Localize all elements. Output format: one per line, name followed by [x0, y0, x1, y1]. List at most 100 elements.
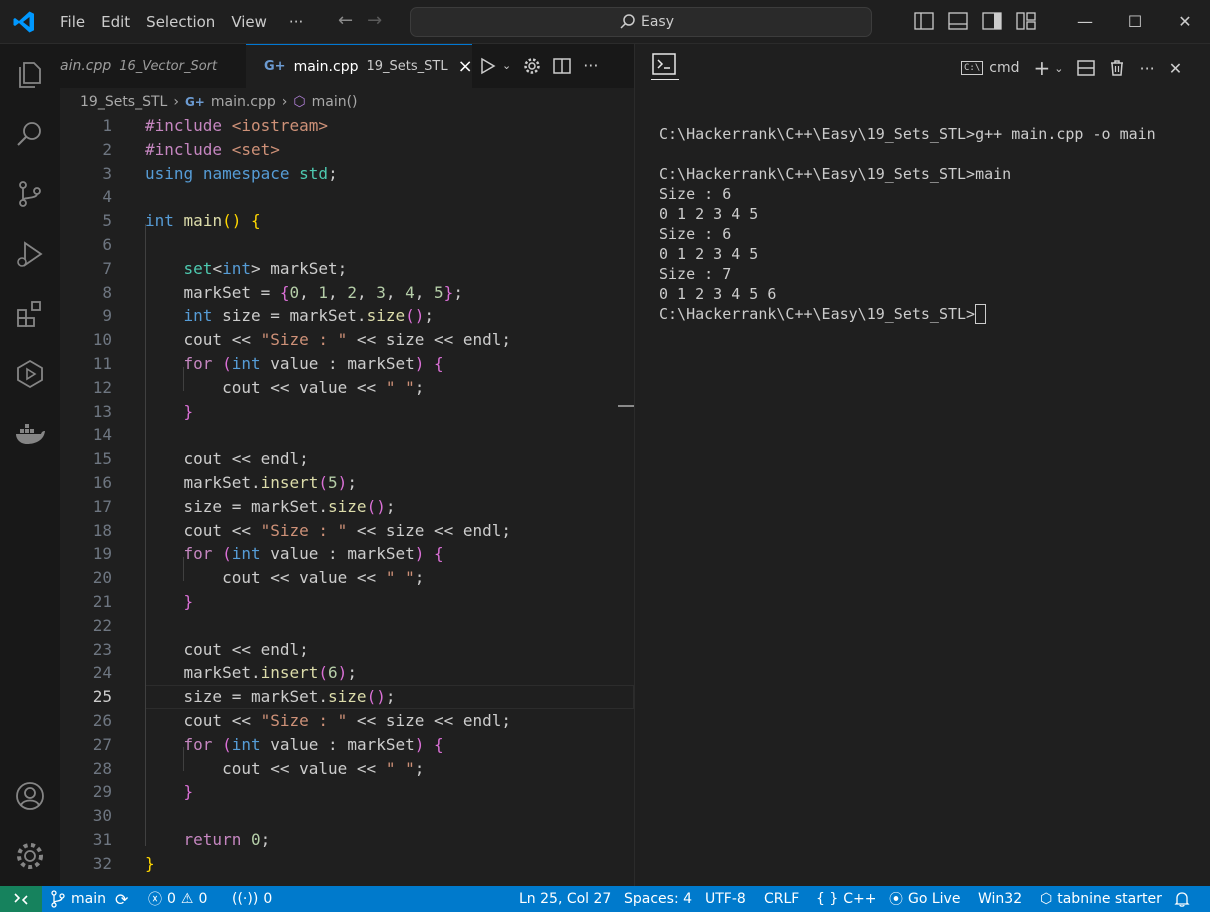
language-mode[interactable]: { } C++ — [816, 886, 877, 912]
code-line: 25 size = markSet.size(); — [60, 685, 634, 709]
editor-tab-bar: ain.cpp 16_Vector_Sort G+ main.cpp 19_Se… — [60, 44, 634, 88]
code-line: 9 int size = markSet.size(); — [60, 304, 634, 328]
code-line: 24 markSet.insert(6); — [60, 661, 634, 685]
line-number: 24 — [92, 663, 112, 683]
code-text: size = markSet.size(); — [145, 687, 396, 707]
code-text: #include <set> — [145, 139, 280, 159]
terminal-icon — [652, 53, 676, 75]
error-count: 0 — [167, 891, 176, 907]
chevron-down-icon[interactable]: ⌄ — [1054, 62, 1063, 75]
docker-icon[interactable] — [14, 418, 46, 450]
code-line: 28 cout << value << " "; — [60, 757, 634, 781]
manage-gear-icon[interactable] — [14, 840, 46, 872]
tab-description: 16_Vector_Sort — [119, 58, 218, 74]
menu-file[interactable]: File — [52, 13, 93, 31]
remote-indicator[interactable] — [0, 886, 42, 912]
split-editor-icon[interactable] — [553, 57, 571, 75]
code-line: 30 — [60, 804, 634, 828]
minimize-icon[interactable]: — — [1060, 0, 1110, 44]
line-number: 5 — [102, 211, 112, 231]
layout-controls — [914, 12, 1036, 30]
code-line: 19 for (int value : markSet) { — [60, 542, 634, 566]
breadcrumb-folder[interactable]: 19_Sets_STL — [80, 94, 167, 110]
menu-more[interactable]: ··· — [281, 13, 311, 31]
toggle-primary-sidebar-icon[interactable] — [914, 12, 934, 30]
back-arrow-icon[interactable]: ← — [338, 10, 353, 31]
explorer-icon[interactable] — [14, 58, 46, 90]
terminal-output[interactable]: C:\Hackerrank\C++\Easy\19_Sets_STL>g++ m… — [659, 124, 1156, 324]
notifications-bell-icon[interactable] — [1174, 886, 1190, 912]
more-actions-icon[interactable]: ··· — [583, 56, 598, 75]
new-terminal-plus-icon[interactable]: + — [1034, 56, 1051, 80]
warning-count: 0 — [198, 891, 208, 907]
gear-icon[interactable] — [523, 57, 541, 75]
maximize-panel-icon[interactable] — [1077, 59, 1096, 77]
line-number: 22 — [92, 615, 112, 635]
run-code-icon[interactable] — [480, 57, 496, 75]
terminal-shell-label[interactable]: cmd — [989, 60, 1019, 76]
chevron-down-icon[interactable]: ⌄ — [502, 59, 511, 72]
line-number: 11 — [92, 354, 112, 373]
terminal-tab[interactable] — [651, 52, 679, 80]
menu-bar: File Edit Selection View ··· — [52, 0, 311, 44]
symbol-method-icon: ⬡ — [293, 94, 306, 110]
code-text: int size = markSet.size(); — [183, 306, 434, 326]
code-text: #include <iostream> — [145, 116, 329, 135]
close-window-icon[interactable]: ✕ — [1160, 0, 1210, 44]
command-center-search[interactable]: Easy — [410, 7, 872, 37]
customize-layout-icon[interactable] — [1016, 12, 1036, 30]
problems-indicator[interactable]: ⓧ 0 ⚠ 0 — [148, 886, 207, 912]
line-number: 21 — [92, 592, 112, 611]
branch-indicator[interactable]: main ⟳ — [50, 886, 128, 912]
tab-close-icon[interactable]: × — [458, 56, 473, 77]
breadcrumb-symbol[interactable]: main() — [312, 94, 358, 110]
code-text: cout << "Size : " << size << endl; — [145, 711, 512, 730]
end-of-line[interactable]: CRLF — [764, 886, 799, 912]
search-icon[interactable] — [14, 118, 46, 150]
toggle-secondary-sidebar-icon[interactable] — [982, 12, 1002, 30]
maximize-icon[interactable]: ☐ — [1110, 0, 1160, 44]
sync-icon[interactable]: ⟳ — [115, 890, 128, 909]
tabnine-status[interactable]: ⬡ tabnine starter — [1040, 886, 1162, 912]
bell-icon — [1174, 892, 1190, 907]
editor-actions: ⌄ ··· — [480, 56, 598, 75]
tab-inactive[interactable]: ain.cpp 16_Vector_Sort — [60, 44, 246, 88]
menu-edit[interactable]: Edit — [93, 13, 138, 31]
code-line: 11 for (int value : markSet) { — [60, 352, 634, 376]
trash-icon[interactable] — [1109, 59, 1125, 77]
code-line: 29 } — [60, 780, 634, 804]
code-line: 18 cout << "Size : " << size << endl; — [60, 519, 634, 543]
more-actions-icon[interactable]: ··· — [1139, 59, 1154, 78]
tab-active[interactable]: G+ main.cpp 19_Sets_STL × — [246, 44, 473, 88]
toggle-panel-icon[interactable] — [948, 12, 968, 30]
search-icon — [620, 14, 635, 29]
code-text: } — [183, 592, 194, 611]
code-text: cout << value << " "; — [145, 568, 425, 588]
accounts-icon[interactable] — [14, 780, 46, 812]
platform[interactable]: Win32 — [978, 886, 1022, 912]
remote-explorer-icon[interactable] — [14, 358, 46, 390]
code-line: 21 } — [60, 590, 634, 614]
activity-bar — [0, 44, 60, 886]
cursor-position[interactable]: Ln 25, Col 27 — [519, 886, 611, 912]
source-control-icon[interactable] — [14, 178, 46, 210]
breadcrumb-file[interactable]: main.cpp — [211, 94, 276, 110]
code-text: } — [145, 853, 155, 873]
menu-view[interactable]: View — [223, 13, 275, 31]
close-panel-icon[interactable]: ✕ — [1169, 59, 1182, 78]
line-number: 6 — [102, 235, 112, 254]
code-line: 15 cout << endl; — [60, 447, 634, 471]
line-number: 13 — [92, 401, 112, 421]
encoding[interactable]: UTF-8 — [705, 886, 746, 912]
ports-count: 0 — [263, 891, 273, 907]
code-line: 7 set<int> markSet; — [60, 257, 634, 281]
go-live-button[interactable]: ⦿ Go Live — [889, 886, 960, 912]
code-text: } — [183, 782, 194, 802]
indentation[interactable]: Spaces: 4 — [624, 886, 692, 912]
forward-arrow-icon[interactable]: → — [367, 10, 382, 31]
code-text: cout << endl; — [145, 449, 309, 469]
ports-indicator[interactable]: ((·)) 0 — [232, 886, 272, 912]
extensions-icon[interactable] — [14, 298, 46, 330]
run-debug-icon[interactable] — [14, 238, 46, 270]
menu-selection[interactable]: Selection — [138, 13, 223, 31]
